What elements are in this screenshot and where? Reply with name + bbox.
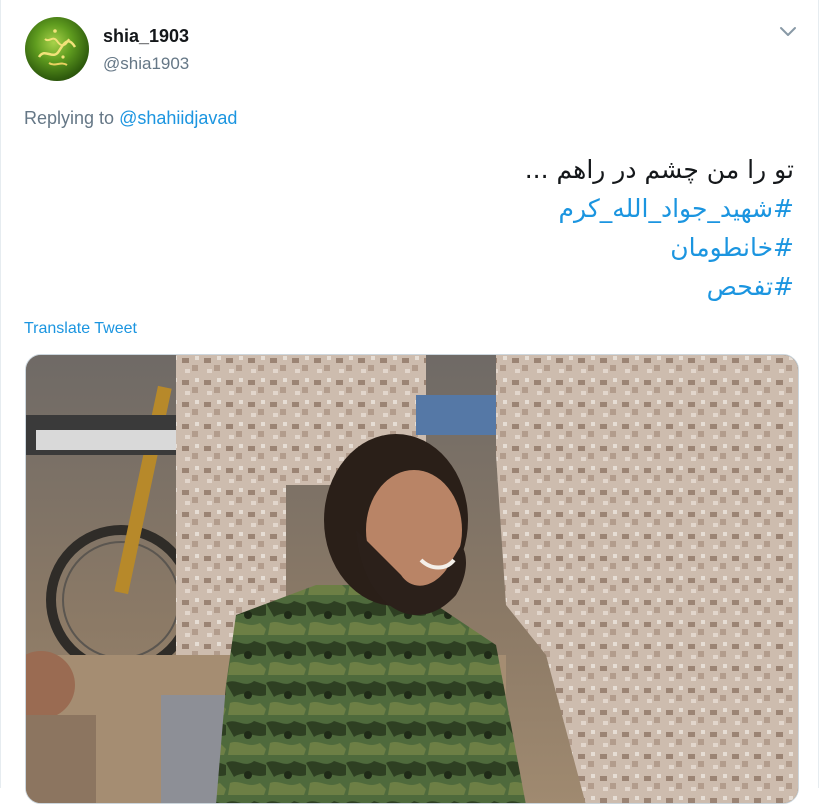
hashtag-link-1[interactable]: #شهید_جواد_الله_کرم	[94, 189, 794, 228]
display-name[interactable]: shia_1903	[103, 26, 189, 47]
hashtag-link-2[interactable]: #خانطومان	[94, 228, 794, 267]
tweet-photo[interactable]	[25, 354, 799, 804]
hashtag-link-3[interactable]: #تفحص	[94, 267, 794, 306]
tweet-text-line: تو را من چشم در راهم ...	[524, 155, 794, 184]
replying-to: Replying to @shahiidjavad	[24, 108, 237, 129]
replying-prefix: Replying to	[24, 108, 115, 128]
translate-tweet-link[interactable]: Translate Tweet	[24, 320, 137, 338]
user-handle[interactable]: @shia1903	[103, 54, 189, 74]
chevron-down-icon[interactable]	[778, 24, 798, 40]
photo-soldiers-image	[26, 355, 798, 803]
reply-mention-link[interactable]: @shahiidjavad	[119, 108, 237, 128]
tweet-text: تو را من چشم در راهم ... #شهید_جواد_الله…	[94, 150, 794, 306]
avatar[interactable]	[25, 17, 89, 81]
tweet-card: shia_1903 @shia1903 Replying to @shahiid…	[0, 0, 819, 804]
avatar-calligraphy-image	[37, 29, 77, 66]
